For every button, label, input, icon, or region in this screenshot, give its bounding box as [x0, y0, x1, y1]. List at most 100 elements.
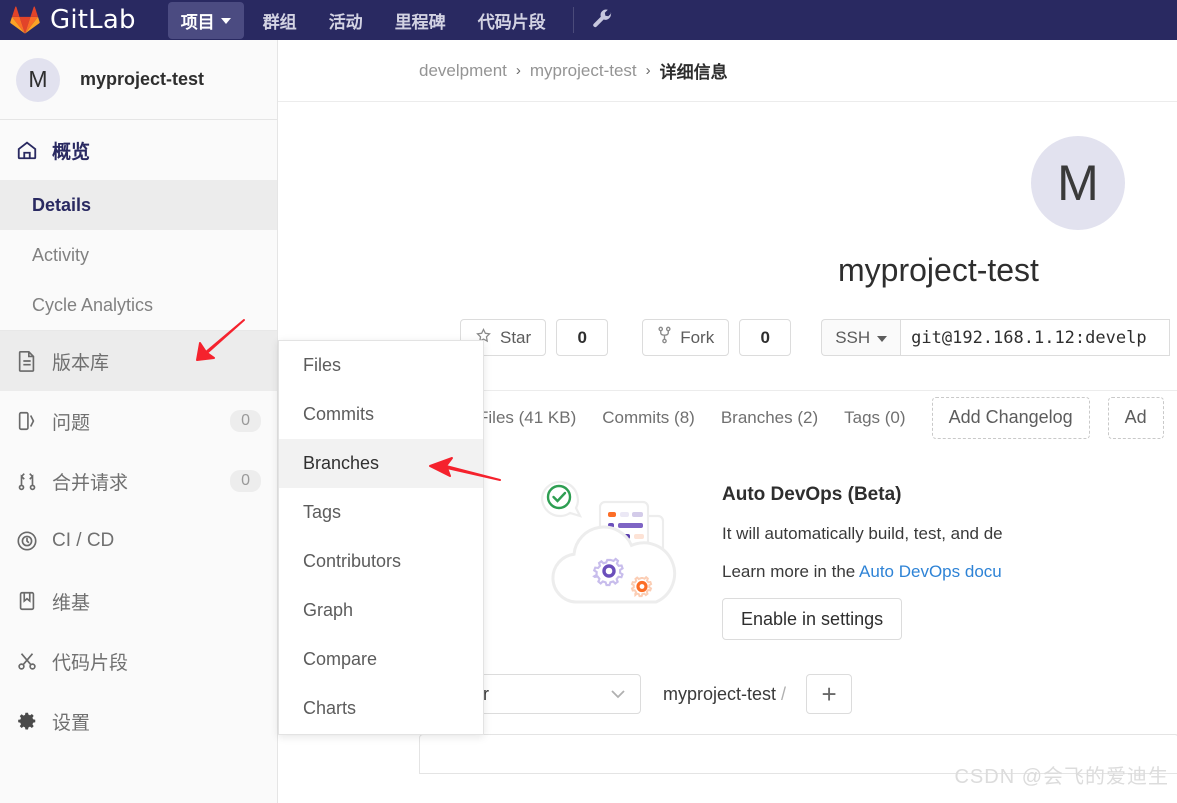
breadcrumb-separator-icon: › [645, 62, 651, 79]
home-icon [16, 139, 38, 161]
sidebar-nav-list: 概览 Details Activity Cycle Analytics 版本库 … [0, 120, 277, 751]
sidebar-item-issues[interactable]: 问题 0 [0, 391, 277, 451]
sidebar-subnav-overview: Details Activity Cycle Analytics [0, 180, 277, 330]
sidebar-item-label: 概览 [52, 141, 91, 163]
sidebar-project-header[interactable]: M myproject-test [0, 40, 277, 120]
auto-devops-docs-link[interactable]: Auto DevOps docu [859, 562, 1002, 581]
rocket-icon [16, 530, 38, 552]
repository-path: myproject-test / [663, 684, 786, 705]
flyout-item-label: Commits [303, 404, 374, 424]
breadcrumb: develpment › myproject-test › 详细信息 [278, 40, 1177, 102]
stat-link-tags[interactable]: Tags (0) [844, 408, 905, 428]
flyout-item-commits[interactable]: Commits [279, 390, 483, 439]
auto-devops-learn-more: Learn more in the Auto DevOps docu [722, 562, 1003, 582]
repository-path-name[interactable]: myproject-test [663, 684, 776, 704]
flyout-item-label: Tags [303, 502, 342, 522]
breadcrumb-item-current: 详细信息 [659, 63, 728, 82]
flyout-item-label: Compare [303, 649, 378, 669]
fork-button-label: Fork [680, 327, 715, 347]
clone-url-input[interactable]: git@192.168.1.12:develp [900, 319, 1171, 356]
fork-icon [657, 326, 672, 349]
fork-count[interactable]: 0 [739, 319, 792, 356]
document-icon [16, 350, 38, 372]
top-nav-item-groups[interactable]: 群组 [250, 2, 310, 39]
sidebar-subitem-cycle-analytics[interactable]: Cycle Analytics [0, 280, 277, 330]
sidebar-subitem-label: Activity [32, 244, 90, 265]
top-nav-item-label: 项目 [180, 12, 215, 32]
top-nav-item-label: 代码片段 [477, 12, 546, 32]
sidebar-item-count: 0 [230, 410, 261, 432]
project-sidebar: M myproject-test 概览 Details Activity Cyc… [0, 40, 278, 803]
top-nav-item-activity[interactable]: 活动 [316, 2, 376, 39]
scissors-icon [16, 650, 38, 672]
top-nav-item-snippets[interactable]: 代码片段 [465, 2, 559, 39]
top-nav-item-projects[interactable]: 项目 [167, 1, 244, 39]
sidebar-item-ci-cd[interactable]: CI / CD [0, 511, 277, 571]
gitlab-wordmark: GitLab [50, 5, 136, 35]
stat-link-branches[interactable]: Branches (2) [721, 408, 818, 428]
page-title: myproject-test [838, 252, 1039, 288]
gitlab-logo-icon[interactable] [8, 4, 42, 36]
breadcrumb-item-group[interactable]: develpment [419, 61, 507, 81]
sidebar-item-label: 版本库 [52, 352, 110, 374]
watermark: CSDN @会飞的爱迪生 [954, 766, 1169, 788]
top-nav-item-label: 活动 [328, 12, 363, 32]
top-nav-item-label: 里程碑 [394, 12, 446, 32]
auto-devops-description: It will automatically build, test, and d… [722, 524, 1003, 543]
chevron-down-icon [610, 686, 626, 703]
stat-link-files[interactable]: Files (41 KB) [478, 408, 576, 428]
top-nav-items: 项目 群组 活动 里程碑 代码片段 [167, 0, 614, 40]
sidebar-item-wiki[interactable]: 维基 [0, 571, 277, 631]
breadcrumb-item-project[interactable]: myproject-test [530, 61, 637, 81]
flyout-item-label: Charts [303, 698, 357, 718]
auto-devops-cloud-illustration [528, 470, 698, 620]
sidebar-subitem-details[interactable]: Details [0, 180, 277, 230]
fork-button[interactable]: Fork [642, 319, 730, 356]
gear-icon [16, 710, 38, 732]
clone-protocol-label: SSH [835, 327, 871, 347]
flyout-item-branches[interactable]: Branches [279, 439, 483, 488]
stat-link-commits[interactable]: Commits (8) [602, 408, 695, 428]
star-count[interactable]: 0 [556, 319, 609, 356]
add-license-button[interactable]: Ad [1107, 396, 1164, 439]
gitlab-project-page: GitLab 项目 群组 活动 里程碑 代码片段 M myproject-tes… [0, 0, 1177, 803]
flyout-item-label: Contributors [303, 551, 402, 571]
sidebar-item-merge-requests[interactable]: 合并请求 0 [0, 451, 277, 511]
top-nav-item-milestones[interactable]: 里程碑 [382, 2, 459, 39]
enable-in-settings-button[interactable]: Enable in settings [722, 598, 903, 640]
project-hero: M myproject-test [278, 102, 1177, 289]
flyout-item-files[interactable]: Files [279, 341, 483, 390]
sidebar-item-repository[interactable]: 版本库 [0, 331, 277, 391]
breadcrumb-separator-icon: › [515, 62, 521, 79]
sidebar-project-name: myproject-test [80, 69, 205, 89]
project-avatar: M [1031, 136, 1125, 230]
sidebar-subitem-label: Cycle Analytics [32, 294, 154, 315]
add-file-button[interactable]: + [806, 674, 853, 714]
sidebar-subitem-activity[interactable]: Activity [0, 230, 277, 280]
book-icon [16, 590, 38, 612]
flyout-item-contributors[interactable]: Contributors [279, 537, 483, 586]
merge-request-icon [16, 470, 38, 492]
learn-more-prefix: Learn more in the [722, 562, 860, 581]
wrench-icon[interactable] [590, 8, 614, 32]
clone-protocol-dropdown[interactable]: SSH [821, 319, 901, 356]
chevron-down-icon [220, 18, 231, 24]
flyout-item-compare[interactable]: Compare [279, 635, 483, 684]
sidebar-project-avatar: M [16, 57, 60, 102]
flyout-item-tags[interactable]: Tags [279, 488, 483, 537]
sidebar-item-snippets[interactable]: 代码片段 [0, 631, 277, 691]
flyout-item-label: Branches [303, 453, 380, 473]
star-button-label: Star [500, 327, 532, 347]
sidebar-item-label: CI / CD [52, 530, 115, 551]
sidebar-item-settings[interactable]: 设置 [0, 691, 277, 751]
sidebar-item-label: 问题 [52, 412, 91, 434]
flyout-item-charts[interactable]: Charts [279, 684, 483, 733]
sidebar-item-label: 维基 [52, 592, 91, 614]
plus-icon: + [821, 679, 837, 709]
sidebar-item-overview[interactable]: 概览 [0, 120, 277, 180]
flyout-item-graph[interactable]: Graph [279, 586, 483, 635]
path-separator: / [781, 683, 787, 704]
add-changelog-button[interactable]: Add Changelog [931, 396, 1090, 439]
sidebar-item-label: 合并请求 [52, 472, 129, 494]
top-navigation-bar: GitLab 项目 群组 活动 里程碑 代码片段 [0, 0, 1177, 40]
